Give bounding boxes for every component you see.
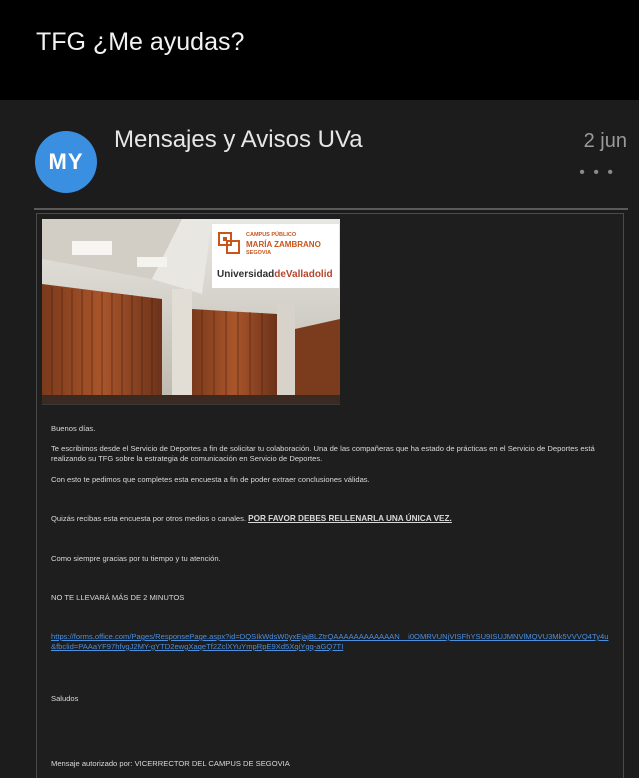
avatar-initials: MY (48, 149, 84, 174)
sender-avatar[interactable]: MY (35, 131, 97, 193)
single-response-warning: POR FAVOR DEBES RELLENARLA UNA ÚNICA VEZ… (248, 514, 452, 523)
message-date: 2 jun (583, 130, 627, 152)
sender-name[interactable]: Mensajes y Avisos UVa (114, 126, 363, 154)
email-footer: Mensaje autorizado por: VICERRECTOR DEL … (51, 759, 290, 768)
logo-city-line: SEGOVIA (246, 250, 272, 256)
email-paragraph-5: NO TE LLEVARÁ MÁS DE 2 MINUTOS (51, 593, 185, 602)
thread-header: TFG ¿Me ayudas? (0, 0, 639, 100)
email-body: CAMPUS PÚBLICO MARÍA ZAMBRANO SEGOVIA Un… (36, 213, 624, 778)
body-divider (34, 208, 628, 210)
logo-university-name: UniversidaddeValladolid (217, 269, 333, 280)
email-sign-off: Saludos (51, 694, 79, 703)
logo-campus-line: CAMPUS PÚBLICO (246, 232, 297, 238)
ellipsis-icon[interactable]: • • • (579, 164, 615, 182)
email-paragraph-4: Como siempre gracias por tu tiempo y tu … (51, 554, 221, 563)
campus-banner-image: CAMPUS PÚBLICO MARÍA ZAMBRANO SEGOVIA Un… (42, 219, 340, 405)
paragraph-3-lead: Quizás recibas esta encuesta por otros m… (51, 514, 247, 523)
uva-campus-logo: CAMPUS PÚBLICO MARÍA ZAMBRANO SEGOVIA Un… (212, 224, 339, 288)
survey-link[interactable]: https://forms.office.com/Pages/ResponseP… (51, 632, 611, 652)
campus-logo-icon (218, 232, 240, 254)
email-paragraph-2: Con esto te pedimos que completes esta e… (51, 475, 370, 484)
email-paragraph-3: Quizás recibas esta encuesta por otros m… (51, 514, 611, 525)
email-paragraph-1: Te escribimos desde el Servicio de Depor… (51, 444, 595, 463)
thread-subject-title: TFG ¿Me ayudas? (36, 28, 245, 56)
email-greeting: Buenos días. (51, 424, 96, 433)
logo-name-line: MARÍA ZAMBRANO (246, 240, 321, 249)
message-thread: MY Mensajes y Avisos UVa 2 jun • • • CAM… (0, 100, 639, 778)
